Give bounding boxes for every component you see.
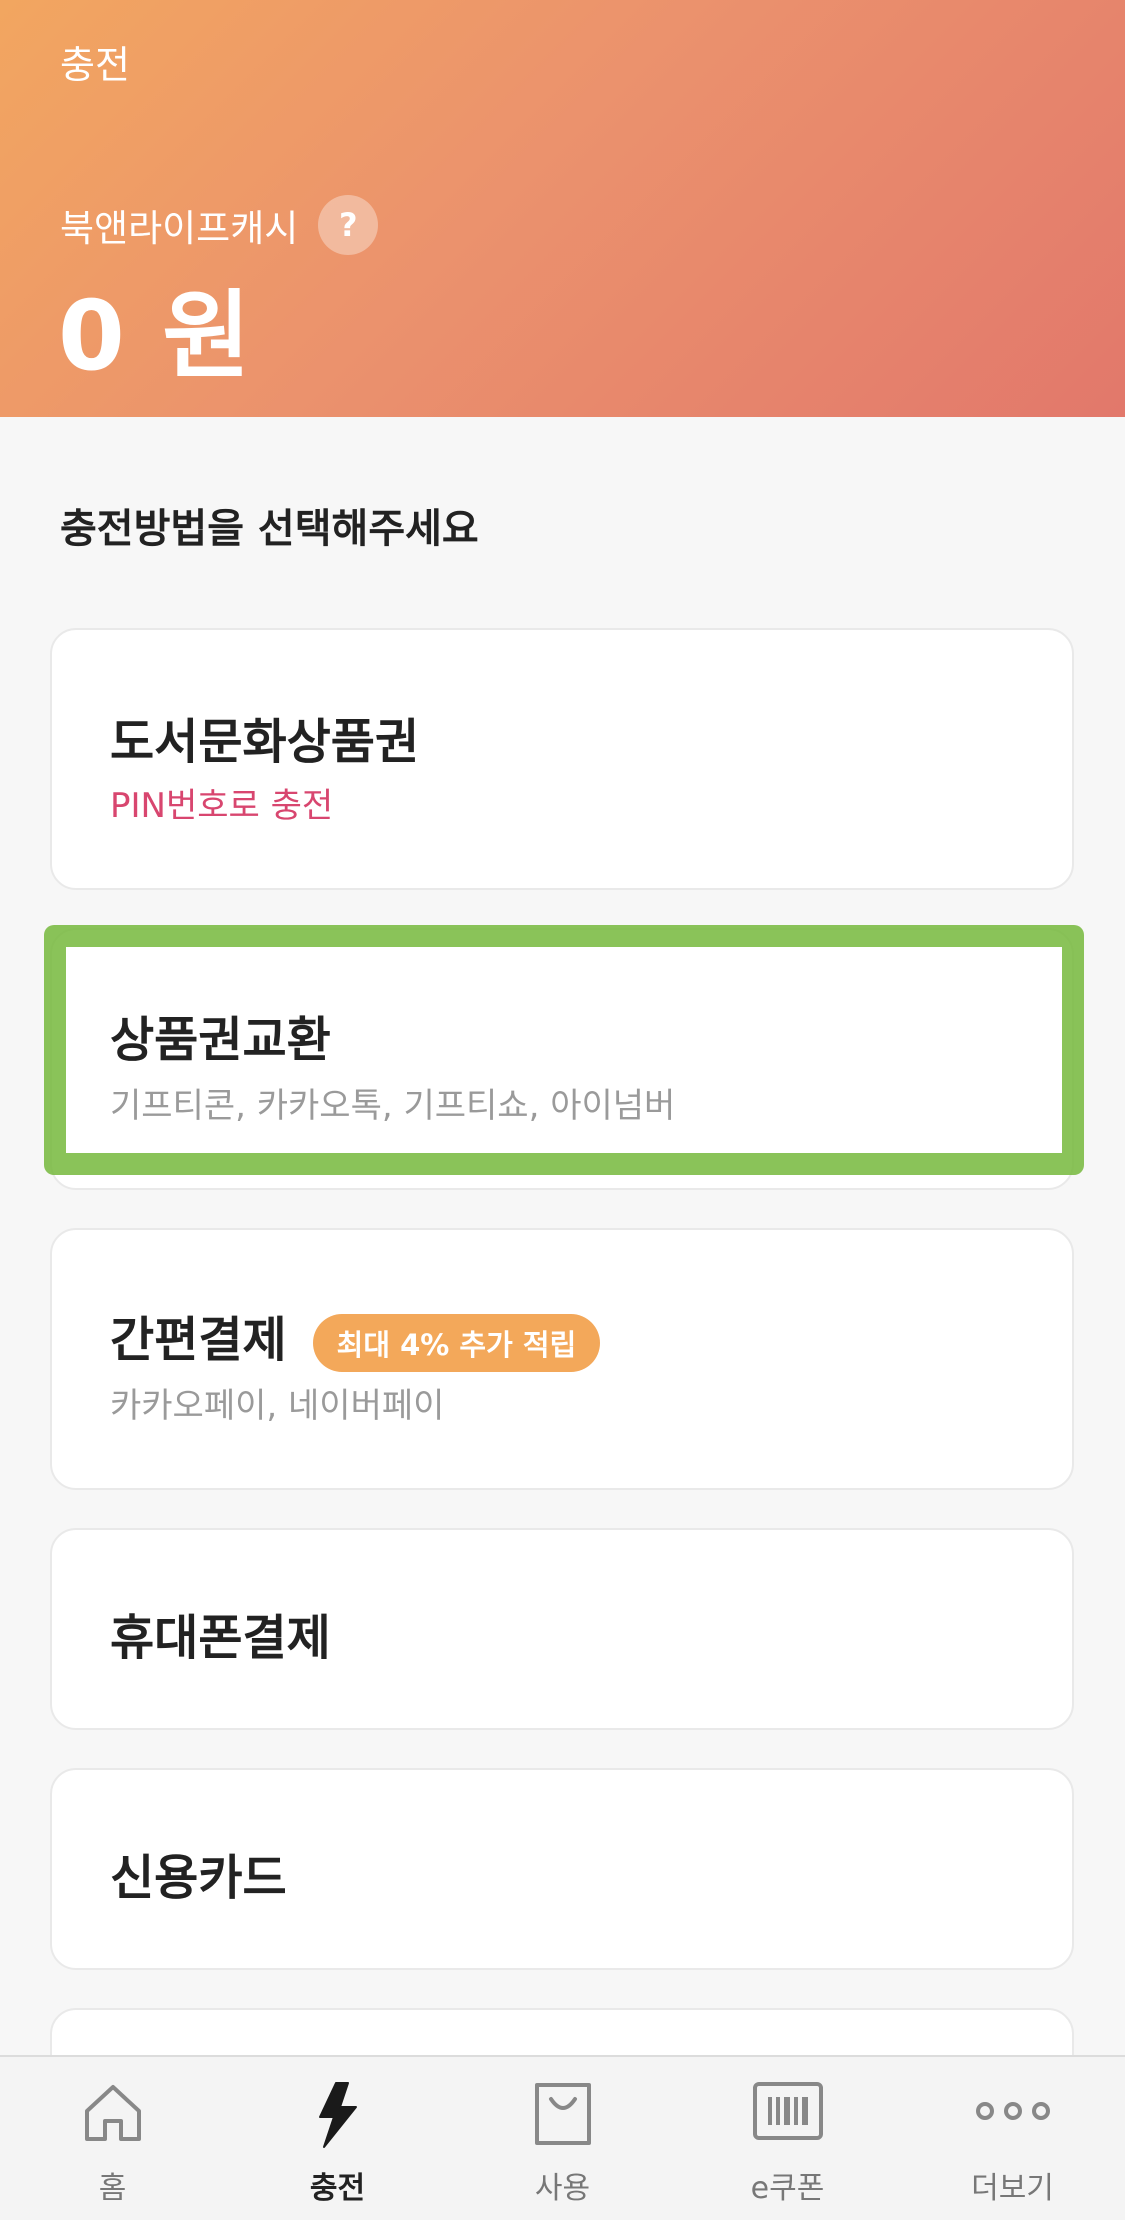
tab-label: e쿠폰	[750, 2171, 825, 2206]
cash-balance: 0 원	[58, 280, 253, 392]
method-subtitle: 기프티콘, 카카오톡, 기프티쇼, 아이넘버	[110, 1086, 676, 1126]
shopping-bag-icon	[534, 2083, 591, 2145]
method-title: 신용카드	[110, 1850, 287, 1906]
tab-label: 홈	[98, 2171, 127, 2206]
page-title: 충전	[60, 43, 130, 87]
cash-label-row: 북앤라이프캐시 ?	[60, 195, 379, 255]
tab-label: 사용	[534, 2171, 591, 2206]
cash-label: 북앤라이프캐시	[60, 207, 299, 250]
tab-label: 충전	[309, 2171, 366, 2206]
method-subtitle: 카카오페이, 네이버페이	[110, 1386, 445, 1426]
method-card-book-culture-voucher[interactable]: 도서문화상품권 PIN번호로 충전	[50, 628, 1074, 890]
method-title: 상품권교환	[110, 1012, 331, 1068]
tab-use[interactable]: 사용	[450, 2057, 675, 2220]
method-title: 휴대폰결제	[110, 1610, 331, 1666]
tab-more[interactable]: 더보기	[900, 2057, 1125, 2220]
more-dots-icon	[975, 2102, 1050, 2120]
method-card-credit-card[interactable]: 신용카드	[50, 1768, 1074, 1970]
bottom-tab-bar: 홈 충전 사용 e쿠폰 더보기	[0, 2055, 1125, 2220]
bonus-badge: 최대 4% 추가 적립	[312, 1314, 601, 1372]
help-icon[interactable]: ?	[318, 195, 379, 255]
method-card-phone-pay[interactable]: 휴대폰결제	[50, 1528, 1074, 1730]
method-title: 도서문화상품권	[110, 714, 420, 770]
tab-charge[interactable]: 충전	[225, 2057, 450, 2220]
header: 충전 북앤라이프캐시 ? 0 원	[0, 0, 1125, 417]
lightning-icon	[318, 2082, 357, 2148]
tab-label: 더보기	[971, 2171, 1054, 2206]
tab-ecoupon[interactable]: e쿠폰	[675, 2057, 900, 2220]
method-title-row: 간편결제 최대 4% 추가 적립	[110, 1300, 601, 1372]
section-title: 충전방법을 선택해주세요	[60, 506, 479, 552]
barcode-icon	[752, 2082, 823, 2140]
method-subtitle: PIN번호로 충전	[110, 786, 334, 826]
tab-home[interactable]: 홈	[0, 2057, 225, 2220]
home-icon	[84, 2085, 141, 2141]
method-card-voucher-exchange[interactable]: 상품권교환 기프티콘, 카카오톡, 기프티쇼, 아이넘버	[50, 928, 1074, 1190]
method-title: 간편결제	[110, 1312, 287, 1368]
method-card-easy-pay[interactable]: 간편결제 최대 4% 추가 적립 카카오페이, 네이버페이	[50, 1228, 1074, 1490]
